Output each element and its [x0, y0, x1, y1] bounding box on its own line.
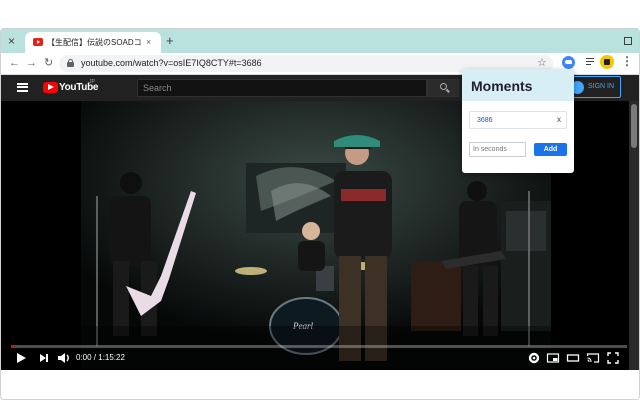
search-button[interactable]	[427, 79, 459, 97]
hamburger-menu-icon[interactable]	[17, 83, 28, 92]
next-icon[interactable]	[37, 350, 51, 366]
extension-bird-icon[interactable]	[562, 56, 575, 69]
arrow-left-icon[interactable]: ←	[9, 56, 20, 70]
tab-strip: × 【生配信】伝説のSOADコピー／ × +	[1, 29, 639, 53]
miniplayer-icon[interactable]	[546, 350, 560, 366]
progress-fill	[11, 345, 13, 348]
gear-icon[interactable]	[527, 350, 541, 366]
delete-moment-icon[interactable]: x	[557, 115, 561, 125]
search-input[interactable]: Search	[137, 79, 427, 97]
url-text: youtube.com/watch?v=osIE7IQ8CTY#t=3686	[81, 58, 262, 68]
add-button[interactable]: Add	[534, 143, 567, 156]
menu-dots-icon[interactable]: ⋮	[621, 54, 633, 68]
seconds-input[interactable]	[469, 142, 526, 157]
tab-title: 【生配信】伝説のSOADコピー／	[47, 38, 143, 47]
moment-item[interactable]: 3686 x	[469, 111, 567, 129]
play-icon[interactable]	[14, 350, 28, 366]
youtube-logo-icon[interactable]	[43, 82, 58, 93]
theater-icon[interactable]	[566, 350, 580, 366]
lock-icon[interactable]	[67, 59, 74, 67]
window-close-icon[interactable]: ×	[8, 35, 20, 47]
moment-link[interactable]: 3686	[477, 116, 493, 125]
youtube-favicon-icon	[33, 38, 43, 46]
country-code: JP	[89, 79, 95, 85]
new-tab-button[interactable]: +	[166, 34, 174, 47]
time-display: 0:00 / 1:15:22	[76, 353, 125, 362]
reload-icon[interactable]: ↻	[44, 56, 53, 70]
browser-tab[interactable]: 【生配信】伝説のSOADコピー／ ×	[25, 32, 161, 53]
sign-in-label: SIGN IN	[588, 83, 615, 90]
progress-bar[interactable]	[11, 345, 627, 348]
popup-title: Moments	[471, 78, 533, 94]
popup-header: Moments	[462, 69, 574, 101]
fullscreen-icon[interactable]	[606, 350, 620, 366]
tab-close-icon[interactable]: ×	[146, 36, 151, 48]
moments-extension-icon[interactable]	[600, 55, 614, 69]
arrow-right-icon[interactable]: →	[26, 56, 37, 70]
volume-icon[interactable]	[56, 350, 72, 366]
playlist-queue-icon[interactable]	[586, 57, 596, 67]
cast-icon[interactable]	[586, 350, 600, 366]
maximize-icon[interactable]	[624, 37, 632, 45]
scrollbar-thumb[interactable]	[631, 104, 637, 148]
star-icon[interactable]: ☆	[537, 56, 547, 70]
moments-popup: Moments 3686 x Add	[462, 69, 574, 173]
